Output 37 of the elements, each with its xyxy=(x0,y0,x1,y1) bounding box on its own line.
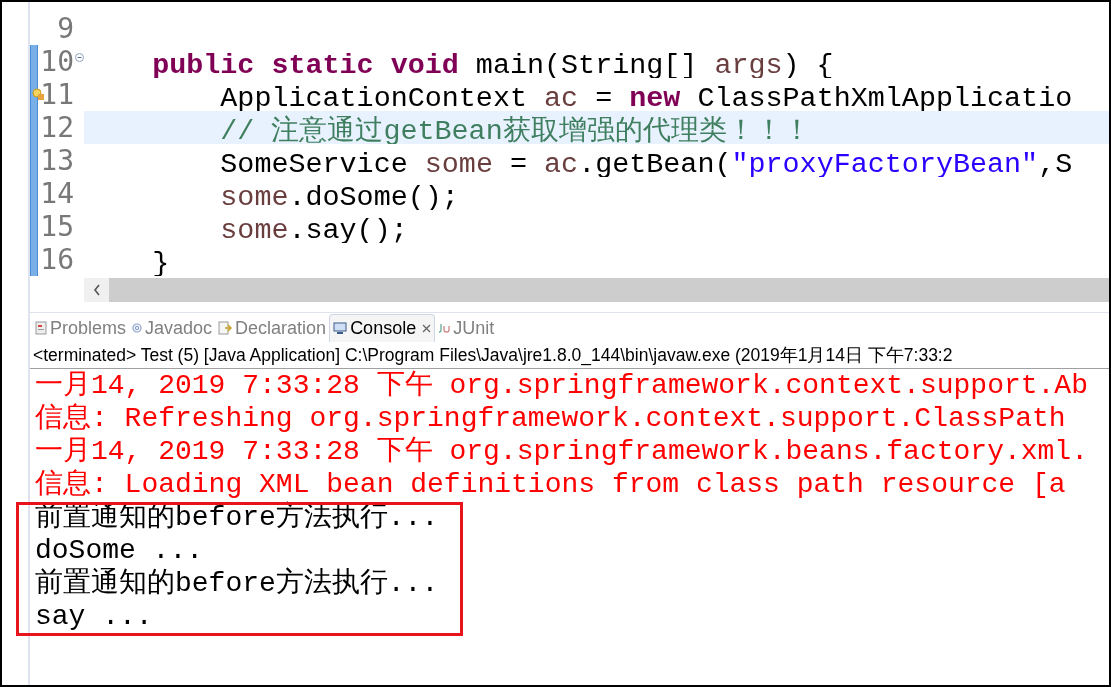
monitor-icon xyxy=(333,322,348,335)
problems-icon xyxy=(35,321,47,335)
code-line: // 注意通过getBean获取增强的代理类！！！ xyxy=(220,115,811,148)
chevron-left-icon xyxy=(92,284,101,296)
code-line: some.say(); xyxy=(220,214,408,247)
line-number: 12 xyxy=(40,111,74,144)
line-number: 10 xyxy=(40,45,74,78)
line-number: 15 xyxy=(40,210,74,243)
console-header: <terminated> Test (5) [Java Application] C:\Program Files\Java\jre1.8.0_144\bin\javaw.exe (2019年1月14日 下午7:33:2 xyxy=(30,342,1109,369)
code-line: SomeService some = ac.getBean("proxyFactoryBean",S xyxy=(220,148,1073,181)
panel-tab[interactable]: Problems xyxy=(32,314,130,342)
panel-tab[interactable]: Declaration xyxy=(215,314,330,342)
code-line: some.doSome(); xyxy=(220,181,459,214)
code-line: ApplicationContext ac = new ClassPathXmlApplicatio xyxy=(220,82,1073,115)
lightbulb-warning-icon[interactable] xyxy=(32,88,44,100)
line-number: 9 xyxy=(57,12,74,45)
console-line: 一月14, 2019 7:33:28 下午 org.springframework.beans.factory.xml. xyxy=(35,435,1089,468)
close-icon[interactable] xyxy=(422,324,432,333)
line-number: 11 xyxy=(40,78,74,111)
junit-icon xyxy=(438,323,451,333)
console-line: 一月14, 2019 7:33:28 下午 org.springframework.context.support.Ab xyxy=(35,369,1089,402)
line-number: 16 xyxy=(40,243,74,276)
line-number: 14 xyxy=(40,177,74,210)
panel-tab[interactable]: Console xyxy=(329,314,436,342)
console-line: 前置通知的before方法执行... xyxy=(35,567,440,600)
collapse-icon[interactable] xyxy=(75,53,84,62)
console-line: 信息: Refreshing org.springframework.context.support.ClassPath xyxy=(35,402,1067,435)
scroll-left-button[interactable] xyxy=(84,278,109,302)
code-line: } xyxy=(152,247,170,276)
console-line: doSome ... xyxy=(35,534,205,567)
line-number: 13 xyxy=(40,144,74,177)
panel-tab[interactable]: Javadoc xyxy=(129,314,216,342)
declaration-icon xyxy=(218,321,233,335)
console-line: say ... xyxy=(35,600,154,633)
panel-tab[interactable]: JUnit xyxy=(435,314,498,342)
console-line: 信息: Loading XML bean definitions from class path resource [a xyxy=(35,468,1067,501)
javadoc-icon xyxy=(132,323,143,333)
